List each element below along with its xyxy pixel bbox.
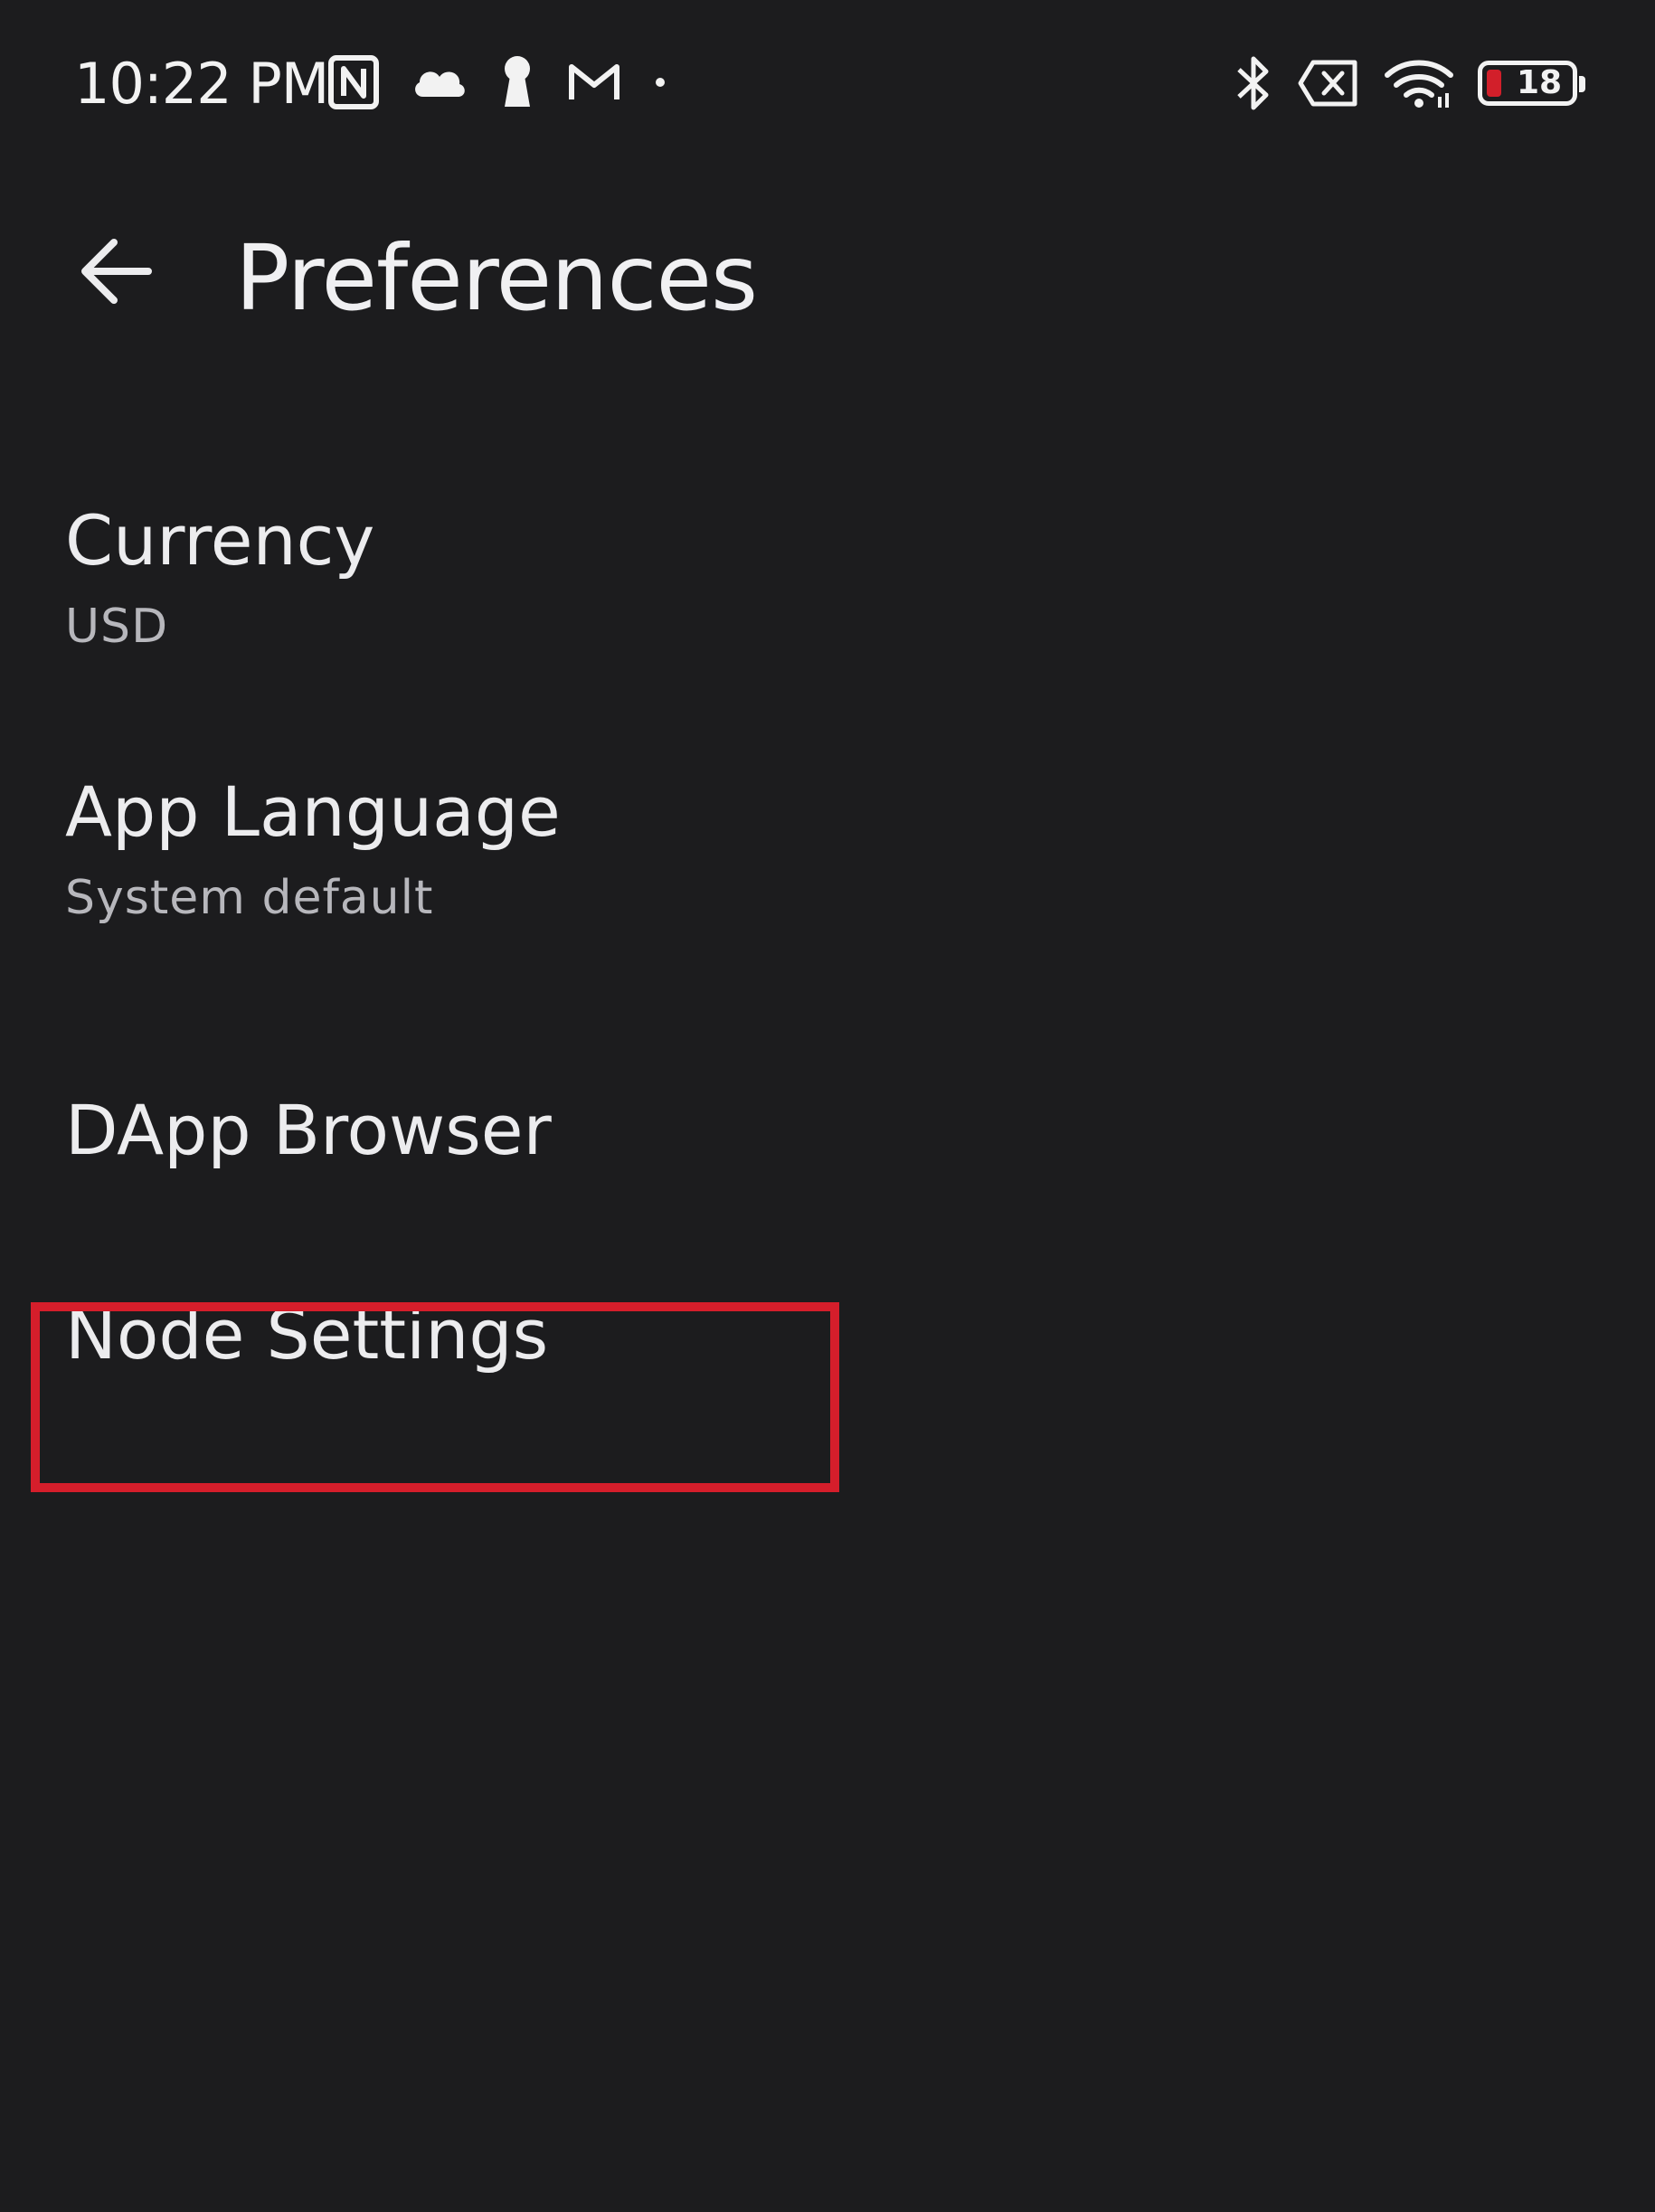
battery-icon: 18	[1478, 61, 1585, 106]
status-notification-icons	[327, 51, 667, 114]
pref-item-node-settings[interactable]: Node Settings	[0, 1284, 1655, 1519]
pref-item-title: Currency	[65, 500, 375, 581]
battery-level-fill	[1487, 70, 1501, 97]
bluetooth-icon	[1234, 53, 1273, 113]
cloud-icon	[411, 64, 468, 100]
app-bar: Preferences	[0, 199, 1655, 344]
arrow-back-icon	[78, 237, 154, 309]
pref-item-title: Node Settings	[65, 1294, 549, 1375]
pref-item-summary: System default	[65, 871, 434, 925]
battery-level-text: 18	[1516, 64, 1563, 101]
sim-x-icon	[1297, 59, 1360, 108]
pref-item-app-language[interactable]: App Language System default	[0, 742, 1655, 1013]
pref-item-dapp-browser[interactable]: DApp Browser	[0, 1013, 1655, 1284]
dot-icon	[653, 75, 667, 90]
status-time: 10:22 PM	[74, 51, 329, 117]
nfc-icon	[327, 54, 380, 110]
pref-item-currency[interactable]: Currency USD	[0, 470, 1655, 742]
status-bar: 10:22 PM 18	[0, 0, 1655, 163]
preference-list: Currency USD App Language System default…	[0, 470, 1655, 1519]
wifi-icon	[1384, 57, 1454, 109]
gmail-icon	[566, 61, 622, 103]
preferences-screen: 10:22 PM 18 Preferences Currency USD App…	[0, 0, 1655, 2212]
pref-item-summary: USD	[65, 600, 169, 654]
pref-item-title: App Language	[65, 771, 561, 852]
page-title: Preferences	[235, 225, 758, 331]
pref-item-title: DApp Browser	[65, 1090, 552, 1170]
back-button[interactable]	[61, 219, 170, 327]
keyhole-icon	[499, 54, 535, 110]
status-system-icons: 18	[1234, 47, 1585, 119]
